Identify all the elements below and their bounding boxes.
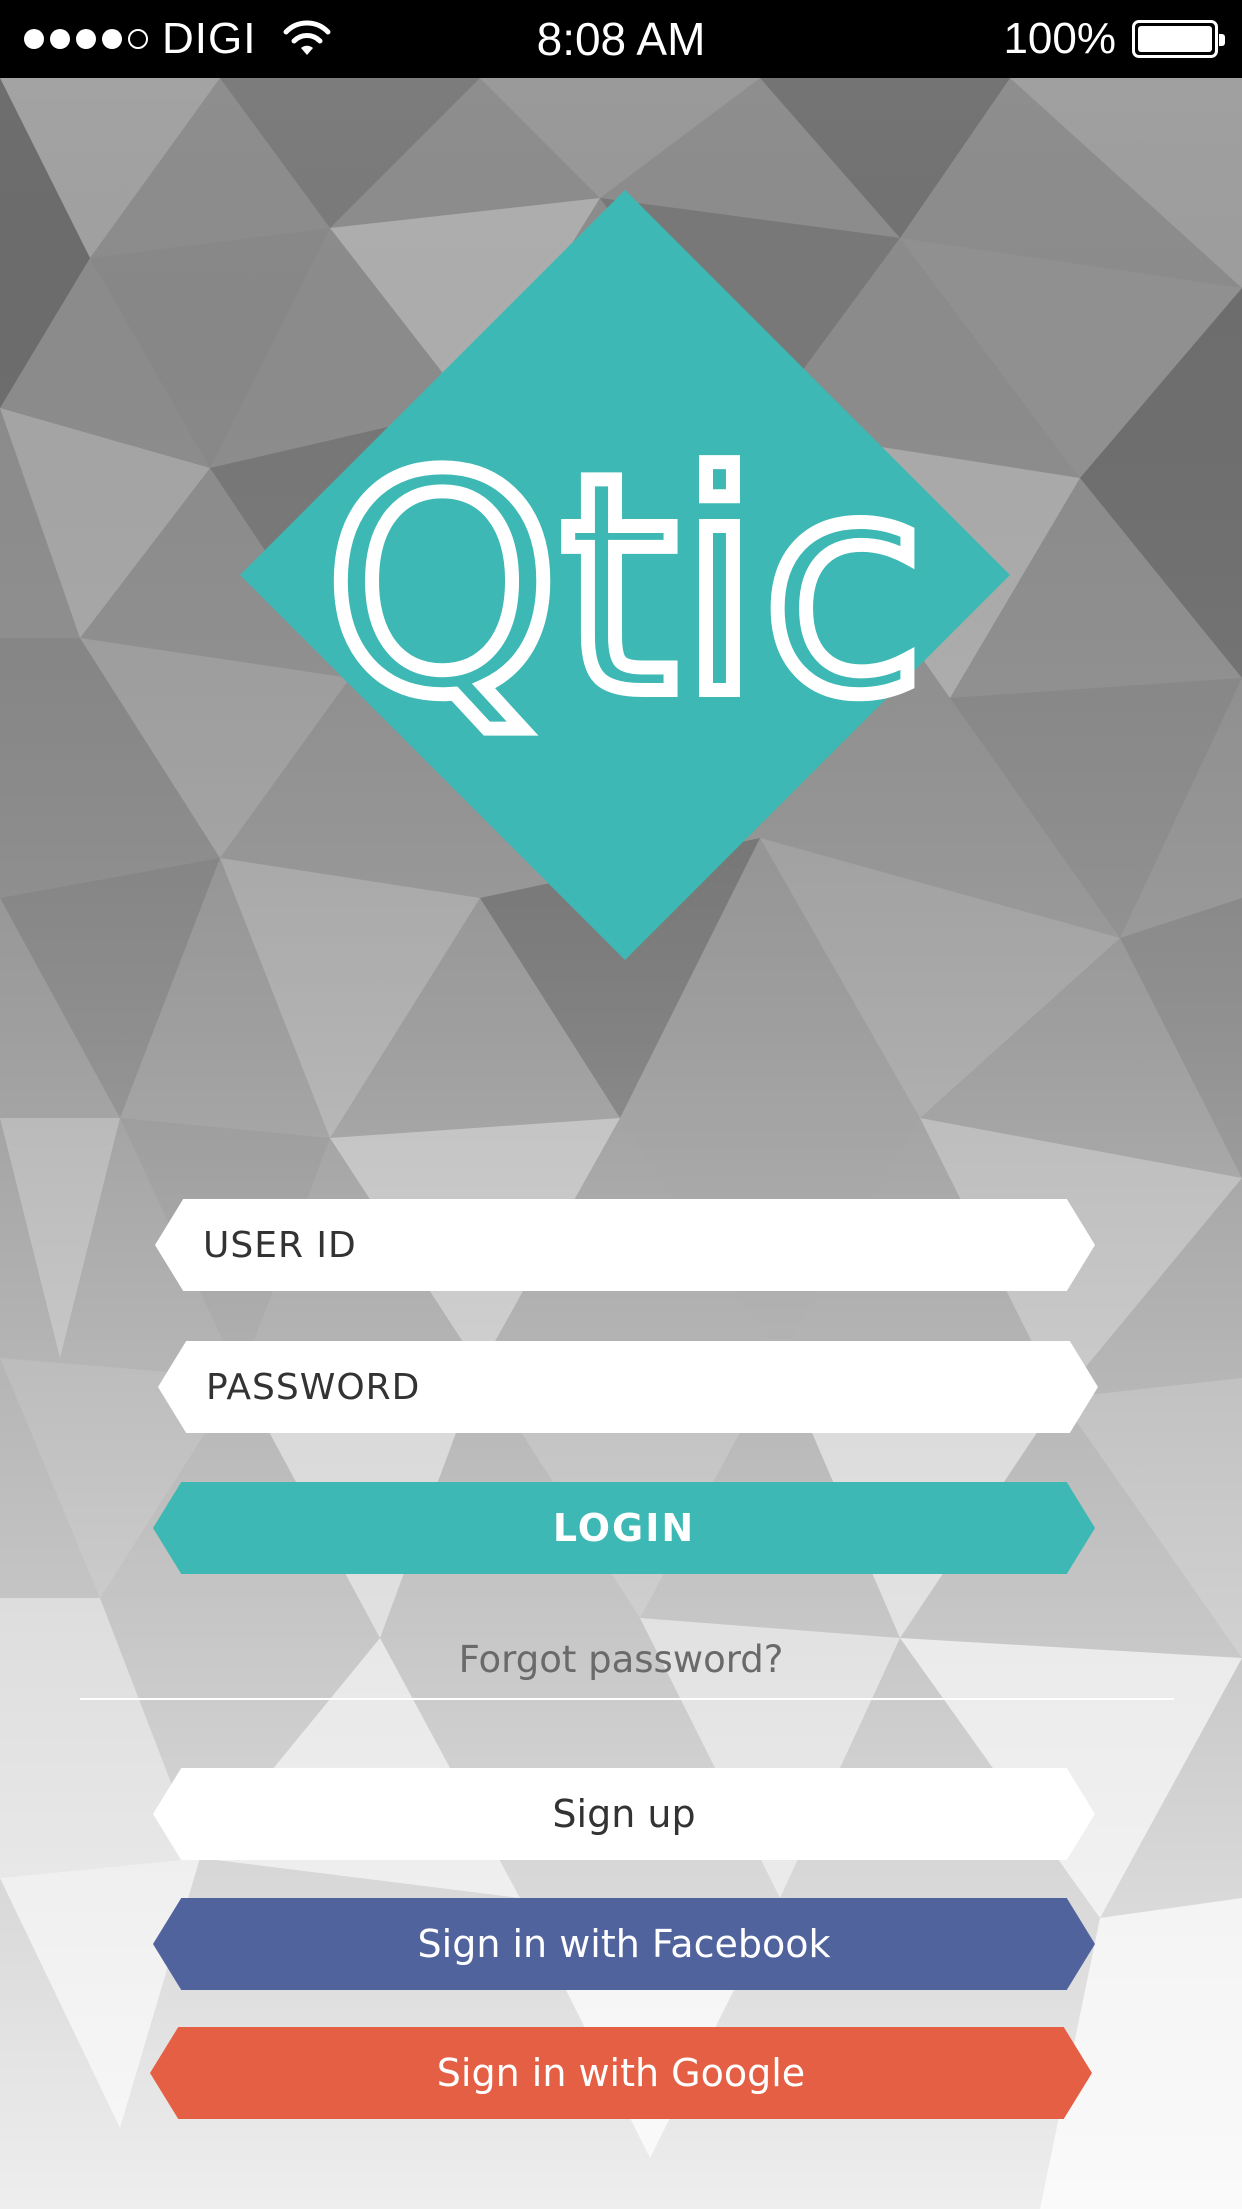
status-bar: DIGI 8:08 AM 100% xyxy=(0,0,1242,78)
status-bar-right: 100% xyxy=(1003,0,1225,78)
signup-button[interactable]: Sign up xyxy=(153,1768,1095,1860)
facebook-signin-button[interactable]: Sign in with Facebook xyxy=(153,1898,1095,1990)
password-field[interactable] xyxy=(158,1341,1098,1433)
logo-text: Qtic xyxy=(324,412,926,761)
login-button[interactable]: LOGIN xyxy=(153,1482,1095,1574)
forgot-password-link[interactable]: Forgot password? xyxy=(0,1638,1242,1681)
app-logo: Qtic xyxy=(240,190,1010,960)
user-id-input[interactable] xyxy=(155,1199,1095,1291)
divider-line xyxy=(80,1698,1174,1700)
password-input[interactable] xyxy=(158,1341,1098,1433)
user-id-field[interactable] xyxy=(155,1199,1095,1291)
battery-percentage: 100% xyxy=(1003,14,1116,63)
google-signin-button[interactable]: Sign in with Google xyxy=(150,2027,1092,2119)
battery-icon xyxy=(1132,20,1225,58)
